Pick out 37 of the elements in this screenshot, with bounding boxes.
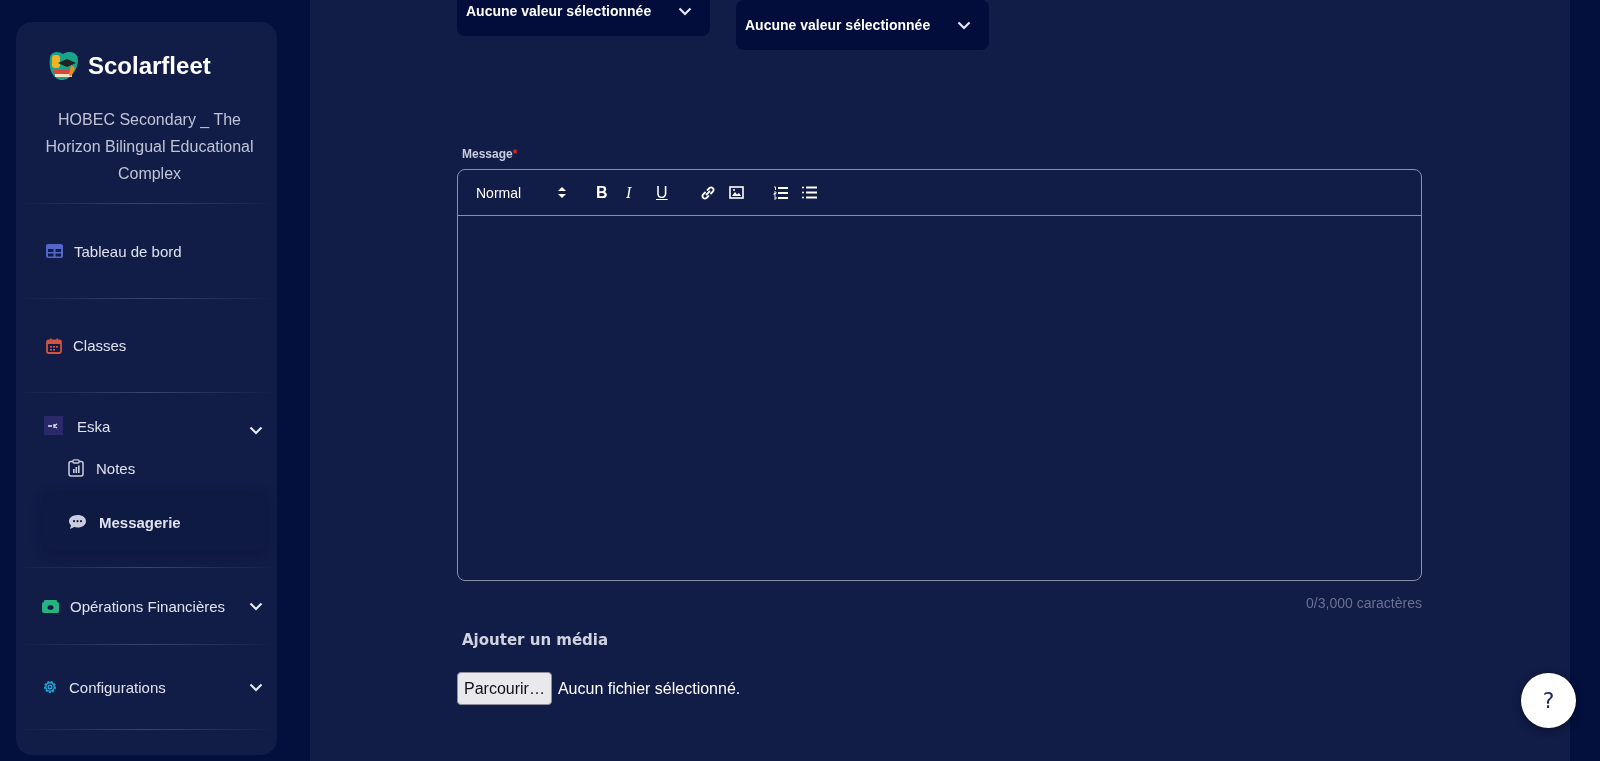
numbered-list-icon[interactable] [773, 185, 788, 200]
nav-item[interactable]: Tableau de bord [16, 204, 277, 298]
section-heading: Ajouter un média [462, 631, 610, 649]
organization-name: HOBEC Secondary _ The Horizon Bilingual Educational Complex [44, 110, 255, 184]
settings-icon [42, 679, 58, 695]
cash-icon [42, 599, 59, 613]
browse-button[interactable]: Parcourir… [457, 672, 552, 705]
nav-subitem[interactable]: Messagerie [44, 493, 265, 551]
grid-icon [46, 244, 63, 258]
chevron-down-icon [678, 6, 692, 16]
link-icon[interactable] [700, 184, 716, 201]
nav-subitem[interactable]: Notes [44, 443, 265, 493]
chevron-down-icon [249, 601, 263, 611]
image-icon[interactable] [729, 186, 744, 199]
bullet-list-icon[interactable] [802, 186, 817, 199]
italic-button[interactable]: I [626, 183, 656, 202]
nav-item[interactable]: Eska [16, 393, 277, 435]
clipboard-chart-icon [68, 459, 84, 477]
brand-name: Scolarfleet [88, 52, 211, 80]
select-dropdown[interactable]: Aucune valeur sélectionnée [736, 0, 989, 50]
field-label: Message* [462, 147, 518, 161]
select-dropdown[interactable]: Aucune valeur sélectionnée [457, 0, 710, 36]
file-status: Aucun fichier sélectionné. [557, 679, 741, 698]
format-select[interactable]: Normal [476, 184, 566, 201]
chat-bubble-icon [68, 514, 87, 530]
character-counter: 0/3,000 caractères [1305, 595, 1422, 611]
app-logo-icon [44, 416, 63, 435]
up-down-caret-icon [558, 187, 566, 198]
nav-item[interactable]: Configurations [16, 645, 277, 729]
underline-button[interactable]: U [656, 183, 686, 202]
chevron-down-icon [249, 426, 263, 435]
calendar-icon [46, 337, 62, 354]
chevron-down-icon [249, 682, 263, 692]
nav-item[interactable]: Opérations Financières [16, 568, 277, 644]
bold-button[interactable]: B [596, 183, 626, 202]
nav-item[interactable]: Classes [16, 299, 277, 392]
chevron-down-icon [957, 20, 971, 30]
